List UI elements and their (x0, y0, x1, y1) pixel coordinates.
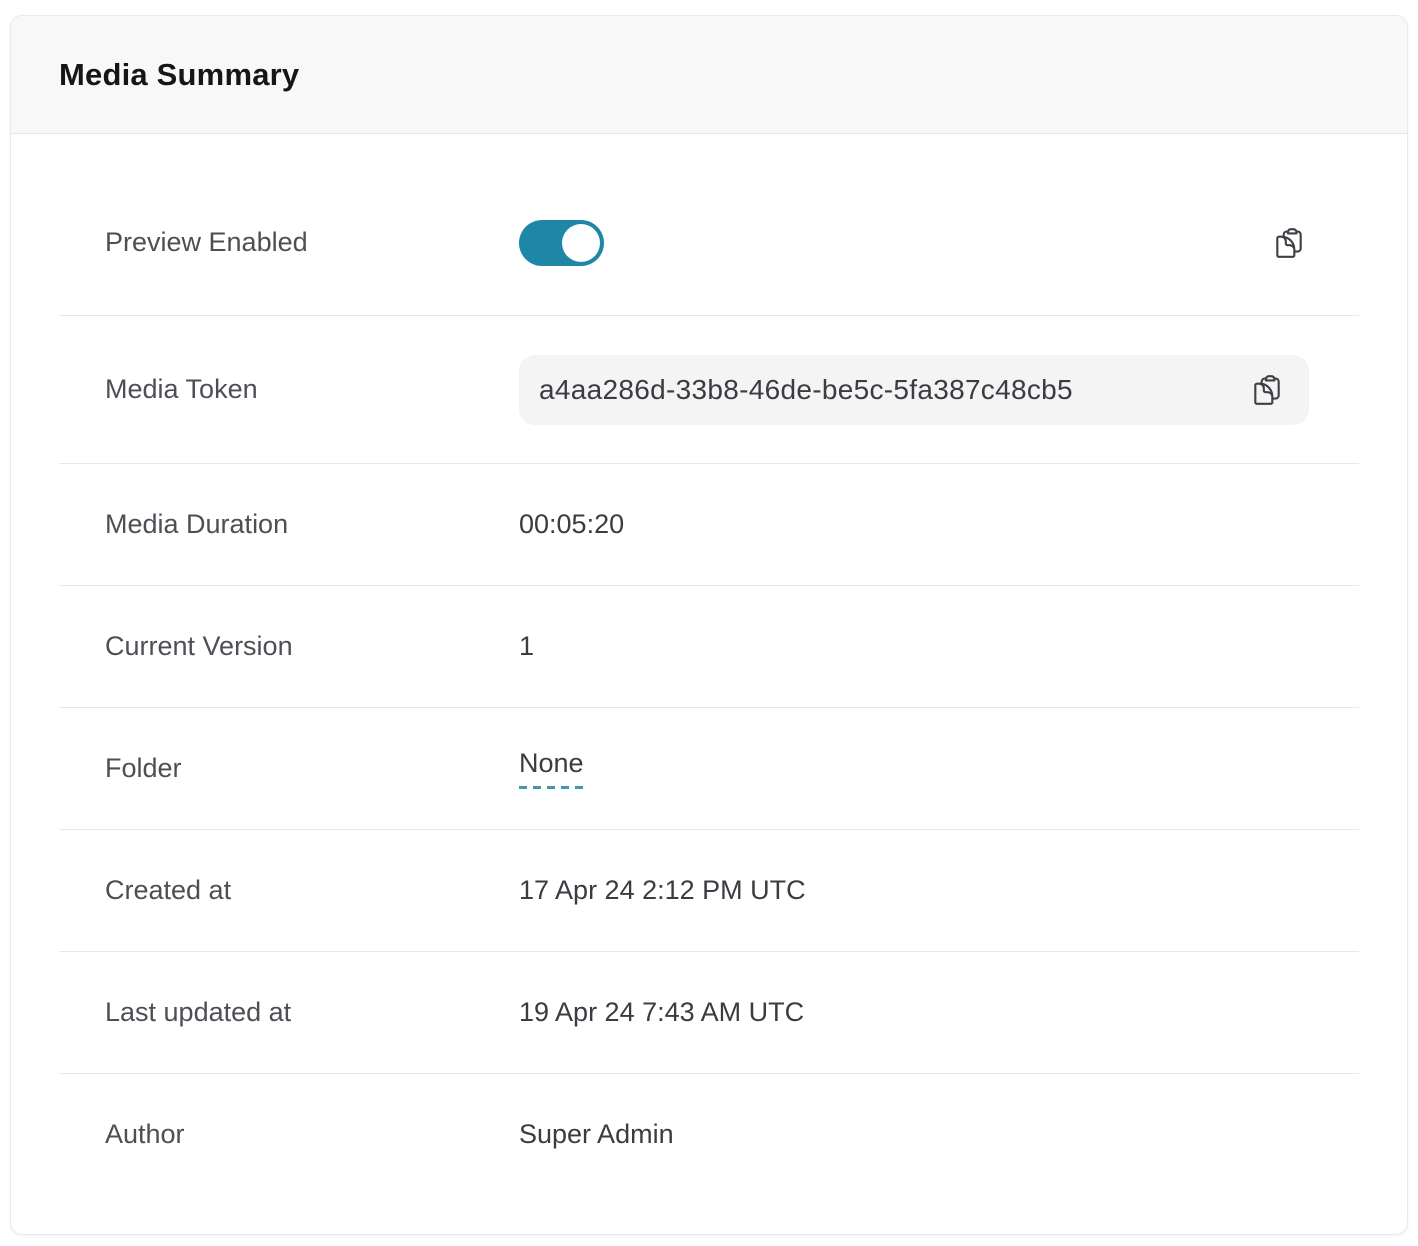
row-value-area: 1 (519, 631, 1309, 662)
row-author: Author Super Admin (59, 1073, 1359, 1195)
row-media-token: Media Token a4aa286d-33b8-46de-be5c-5fa3… (59, 315, 1359, 463)
media-token-value: a4aa286d-33b8-46de-be5c-5fa387c48cb5 (539, 374, 1073, 406)
row-created-at: Created at 17 Apr 24 2:12 PM UTC (59, 829, 1359, 951)
summary-rows: Preview Enabled Media Token a4aa286d-33b… (11, 134, 1407, 1235)
current-version-value: 1 (519, 631, 534, 662)
row-preview-enabled: Preview Enabled (59, 170, 1359, 315)
row-label: Preview Enabled (105, 227, 519, 258)
media-token-field: a4aa286d-33b8-46de-be5c-5fa387c48cb5 (519, 355, 1309, 425)
row-label: Folder (105, 753, 519, 784)
row-label: Last updated at (105, 997, 519, 1028)
row-value-area (519, 219, 1309, 267)
media-duration-value: 00:05:20 (519, 509, 624, 540)
toggle-knob (562, 224, 600, 262)
row-value-area: 19 Apr 24 7:43 AM UTC (519, 997, 1309, 1028)
row-label: Created at (105, 875, 519, 906)
row-current-version: Current Version 1 (59, 585, 1359, 707)
row-media-duration: Media Duration 00:05:20 (59, 463, 1359, 585)
row-last-updated-at: Last updated at 19 Apr 24 7:43 AM UTC (59, 951, 1359, 1073)
row-folder: Folder None (59, 707, 1359, 829)
row-label: Author (105, 1119, 519, 1150)
row-value-area: None (519, 748, 1309, 789)
copy-token-button[interactable] (1247, 366, 1287, 414)
clipboard-copy-icon (1272, 223, 1306, 263)
row-label: Media Duration (105, 509, 519, 540)
card-header: Media Summary (11, 16, 1407, 134)
created-at-value: 17 Apr 24 2:12 PM UTC (519, 875, 806, 906)
last-updated-at-value: 19 Apr 24 7:43 AM UTC (519, 997, 804, 1028)
copy-button[interactable] (1269, 219, 1309, 267)
row-label: Current Version (105, 631, 519, 662)
page-title: Media Summary (59, 57, 299, 93)
row-label: Media Token (105, 374, 519, 405)
author-value: Super Admin (519, 1119, 674, 1150)
row-value-area: 17 Apr 24 2:12 PM UTC (519, 875, 1309, 906)
row-value-area: a4aa286d-33b8-46de-be5c-5fa387c48cb5 (519, 355, 1309, 425)
media-summary-card: Media Summary Preview Enabled Media Toke… (10, 15, 1408, 1235)
folder-link[interactable]: None (519, 748, 584, 789)
clipboard-copy-icon (1250, 370, 1284, 410)
preview-enabled-toggle[interactable] (519, 220, 604, 266)
row-value-area: Super Admin (519, 1119, 1309, 1150)
row-value-area: 00:05:20 (519, 509, 1309, 540)
